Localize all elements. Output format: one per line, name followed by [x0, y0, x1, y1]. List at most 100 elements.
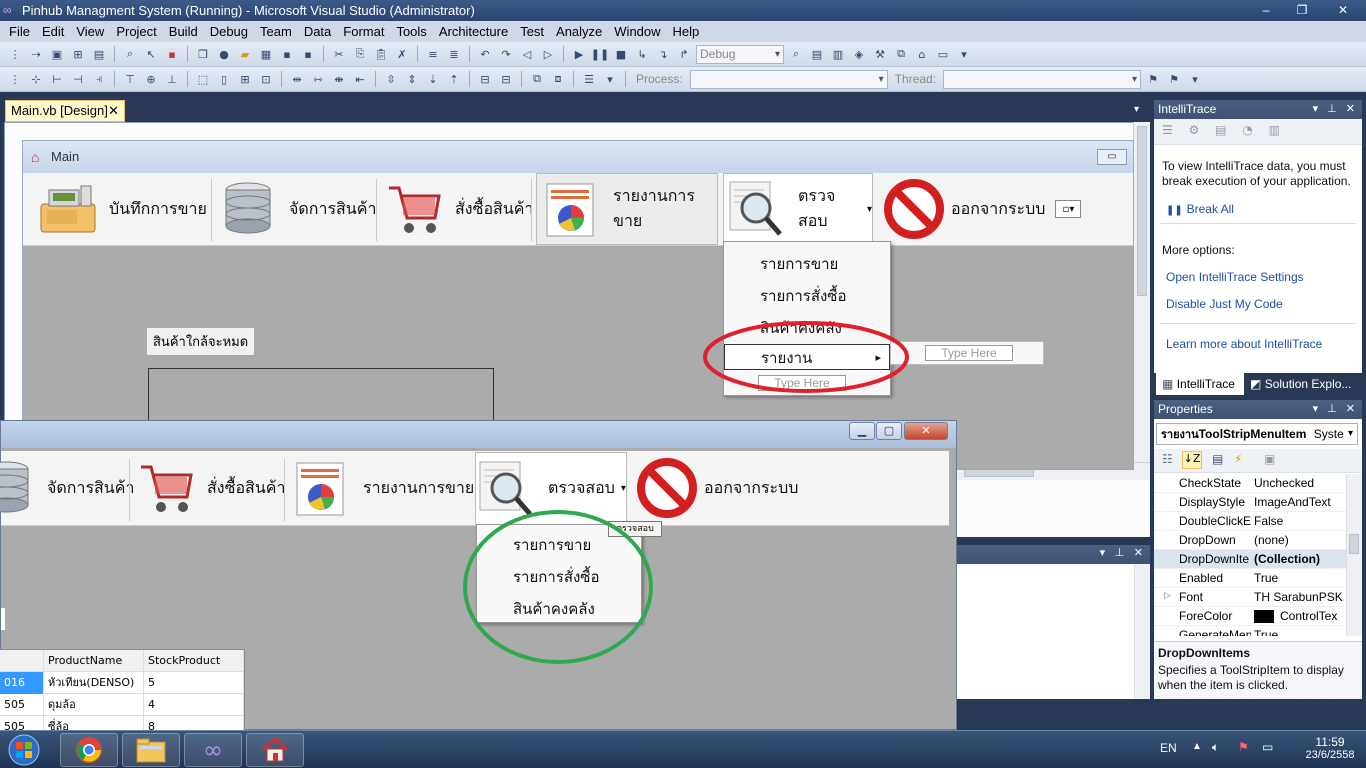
network-warning-icon[interactable]: ⚑ — [1238, 740, 1249, 754]
property-value[interactable]: False — [1254, 514, 1344, 528]
toolbar-options-icon[interactable]: ▾ — [1186, 71, 1204, 87]
toolbox-icon[interactable]: ⚒ — [871, 46, 889, 62]
property-value[interactable]: ImageAndText — [1254, 495, 1344, 509]
center-horizontally-icon[interactable]: ⊟ — [476, 71, 494, 87]
visual-studio-icon[interactable]: ∞ — [184, 733, 242, 767]
flag-just-my-code-icon[interactable]: ⚑ — [1165, 71, 1183, 87]
table-cell[interactable]: ดุมล้อ — [44, 694, 144, 716]
align-tops-icon[interactable]: ⊤ — [121, 71, 139, 87]
vspacing-equal-icon[interactable]: ⇳ — [382, 71, 400, 87]
dropdown-purchase-list[interactable]: รายการสั่งซื้อ — [724, 284, 890, 308]
property-row[interactable]: ▷ Font TH SarabunPSK, — [1154, 588, 1346, 607]
tab-order-icon[interactable]: ☰ — [580, 71, 598, 87]
property-row[interactable]: DisplayStyle ImageAndText — [1154, 493, 1346, 512]
align-centers-icon[interactable]: ⊣ — [69, 71, 87, 87]
tab-solution-explorer[interactable]: ◩ Solution Explo... — [1246, 373, 1364, 395]
rt-sales-report-button[interactable]: รายงานการขาย — [291, 457, 474, 519]
break-all-link[interactable]: ❚❚ Break All — [1166, 202, 1234, 216]
show-hidden-icons-icon[interactable]: ▲ — [1192, 741, 1202, 752]
same-size-icon[interactable]: ⊞ — [236, 71, 254, 87]
grid-icon[interactable]: ▦ — [257, 46, 275, 62]
same-width-icon[interactable]: ⬚ — [194, 71, 212, 87]
uncomment-icon[interactable]: ≣ — [445, 46, 463, 62]
properties-object-select[interactable]: รายงานToolStripMenuItem Syste ▾ — [1156, 423, 1358, 445]
designer-vertical-scrollbar[interactable] — [1133, 122, 1150, 462]
rt-logout-button[interactable]: ออกจากระบบ — [636, 457, 798, 519]
clock[interactable]: 11:59 23/6/2558 — [1300, 735, 1360, 761]
property-value[interactable]: TH SarabunPSK, — [1254, 590, 1344, 604]
copy-icon[interactable]: ⎘ — [351, 46, 369, 62]
align-to-grid-icon[interactable]: ⊹ — [27, 71, 45, 87]
running-form-minimize-button[interactable]: ▁ — [849, 422, 875, 440]
copy-page-icon[interactable]: ❐ — [194, 46, 212, 62]
table-cell[interactable]: 4 — [144, 694, 244, 716]
menu-tools[interactable]: Tools — [390, 24, 432, 39]
start-menu-icon[interactable]: ▪ — [163, 46, 181, 62]
alphabetical-icon[interactable]: ↓Z — [1182, 451, 1202, 469]
volume-icon[interactable]: 🔈︎ — [1212, 740, 1219, 755]
menu-help[interactable]: Help — [667, 24, 706, 39]
find-in-files-icon[interactable]: ⌕ — [787, 46, 805, 62]
vspacing-remove-icon[interactable]: ⇡ — [445, 71, 463, 87]
menu-test[interactable]: Test — [514, 24, 550, 39]
align-lefts-icon[interactable]: ⊢ — [48, 71, 66, 87]
menu-view[interactable]: View — [70, 24, 110, 39]
toolbar-options-icon[interactable]: ▾ — [955, 46, 973, 62]
tab-main-design[interactable]: Main.vb [Design] ✕ — [5, 100, 125, 122]
property-row[interactable]: ForeColor ControlTex — [1154, 607, 1346, 626]
comment-icon[interactable]: ≡ — [424, 46, 442, 62]
navigate-forward-icon[interactable]: ▷ — [539, 46, 557, 62]
start-debug-icon[interactable]: ▶ — [570, 46, 588, 62]
low-stock-grid[interactable]: ProductName StockProduct 016 หัวเทียน(DE… — [0, 649, 245, 738]
extension-manager-icon[interactable]: ⧉ — [892, 46, 910, 62]
rt-manage-products-button[interactable]: จัดการสินค้า — [0, 457, 134, 519]
cut-icon[interactable]: ✂ — [330, 46, 348, 62]
maximize-button[interactable]: ❐ — [1284, 0, 1320, 21]
navigate-back-icon[interactable]: ◁ — [518, 46, 536, 62]
open-file-icon[interactable]: ▤ — [90, 46, 108, 62]
align-rights-icon[interactable]: ⫣ — [90, 71, 108, 87]
object-browser-icon[interactable]: ◈ — [850, 46, 868, 62]
running-form-maximize-button[interactable]: ▢ — [876, 422, 902, 440]
same-height-icon[interactable]: ▯ — [215, 71, 233, 87]
disable-just-my-code-link[interactable]: Disable Just My Code — [1166, 297, 1283, 311]
tab-overflow-icon[interactable]: ▾ — [1134, 104, 1139, 115]
redo-icon[interactable]: ↷ — [497, 46, 515, 62]
vspacing-increase-icon[interactable]: ⇕ — [403, 71, 421, 87]
add-item-icon[interactable]: ⊞ — [69, 46, 87, 62]
type-here-subitem[interactable]: Type Here — [925, 345, 1013, 361]
panel-controls-icon[interactable]: ▾ ⊥ ✕ — [1313, 100, 1358, 119]
menu-team[interactable]: Team — [254, 24, 298, 39]
open-intellitrace-settings-link[interactable]: Open IntelliTrace Settings — [1166, 270, 1304, 284]
table-cell[interactable]: หัวเทียน(DENSO) — [44, 672, 144, 694]
send-to-back-icon[interactable]: ⧈ — [549, 71, 567, 87]
property-value[interactable]: True — [1254, 571, 1344, 585]
learn-more-intellitrace-link[interactable]: Learn more about IntelliTrace — [1166, 337, 1322, 351]
toolstrip-manage-products-button[interactable]: จัดการสินค้า — [217, 178, 376, 240]
start-page-icon[interactable]: ⌂ — [913, 46, 931, 62]
solution-explorer-icon[interactable]: ▤ — [808, 46, 826, 62]
table-cell[interactable]: 5 — [144, 672, 244, 694]
menu-data[interactable]: Data — [298, 24, 337, 39]
stop-icon[interactable]: ■ — [612, 46, 630, 62]
toolstrip-sales-button[interactable]: บันทึกการขาย — [37, 178, 207, 240]
table-cell[interactable]: 505 — [0, 694, 44, 716]
property-row[interactable]: DoubleClickE False — [1154, 512, 1346, 531]
menu-build[interactable]: Build — [163, 24, 204, 39]
menu-edit[interactable]: Edit — [36, 24, 70, 39]
property-value[interactable]: True — [1254, 628, 1344, 636]
step-out-icon[interactable]: ↱ — [675, 46, 693, 62]
solution-config-select[interactable]: Debug — [696, 44, 784, 64]
new-project-icon[interactable]: ▣ — [48, 46, 66, 62]
align-bottoms-icon[interactable]: ⊥ — [163, 71, 181, 87]
thread-select[interactable] — [943, 69, 1142, 89]
process-select[interactable] — [689, 69, 888, 89]
explorer-icon[interactable] — [122, 733, 180, 767]
property-value[interactable]: (Collection) — [1254, 552, 1344, 566]
property-pages-icon[interactable]: ▣ — [1264, 452, 1275, 466]
properties-view-icon[interactable]: ▤ — [1212, 452, 1223, 466]
language-indicator[interactable]: EN — [1160, 741, 1177, 755]
rt-order-button[interactable]: สั่งซื้อสินค้า — [135, 457, 285, 519]
menu-debug[interactable]: Debug — [204, 24, 254, 39]
menu-analyze[interactable]: Analyze — [550, 24, 608, 39]
